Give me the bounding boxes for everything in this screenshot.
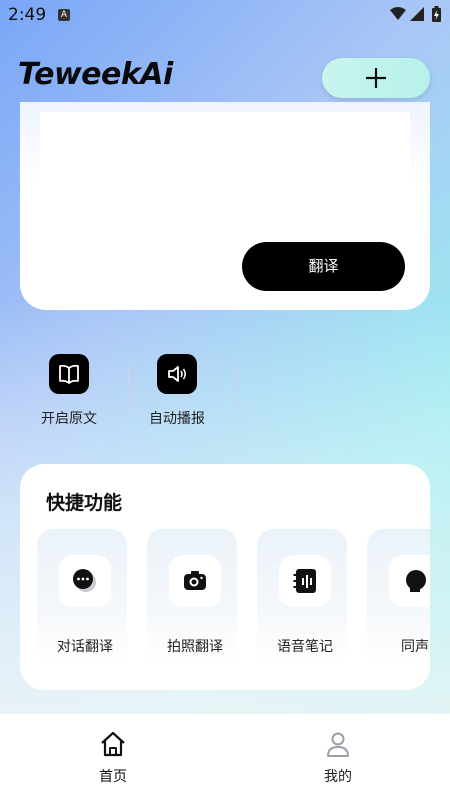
wifi-icon [390, 7, 406, 20]
feature-icon-box [169, 555, 221, 607]
quick-functions-card: 快捷功能 对话翻译 拍照翻译 语音笔记 同声 [20, 464, 430, 690]
battery-icon [432, 6, 441, 22]
home-icon [101, 731, 125, 757]
feature-label: 对话翻译 [57, 639, 113, 655]
quick-functions-title: 快捷功能 [46, 492, 123, 514]
toggle-icon-box [49, 354, 89, 394]
feature-photo-translate[interactable]: 拍照翻译 [147, 529, 237, 667]
status-time: 2:49 [8, 5, 47, 25]
translation-card: 翻译 [20, 102, 430, 310]
status-bar: 2:49 A [0, 0, 450, 32]
feature-voice-notes[interactable]: 语音笔记 [257, 529, 347, 667]
feature-icon-box [389, 555, 430, 607]
bottom-nav: 首页 我的 [0, 714, 450, 800]
translate-button[interactable]: 翻译 [242, 242, 405, 291]
profile-icon [327, 732, 349, 757]
toggle-label: 开启原文 [41, 411, 97, 427]
toggle-label: 自动播报 [149, 411, 205, 427]
nav-home[interactable]: 首页 [73, 730, 153, 786]
nav-label: 我的 [324, 769, 352, 785]
notification-a-icon: A [58, 9, 70, 21]
feature-icon-box [59, 555, 111, 607]
toggle-divider [236, 364, 237, 412]
book-icon [59, 364, 79, 384]
signal-icon [410, 7, 424, 21]
nav-profile[interactable]: 我的 [298, 730, 378, 786]
nav-label: 首页 [99, 769, 127, 785]
toggle-divider [128, 364, 129, 412]
speaker-icon [168, 366, 187, 382]
feature-dialog-translate[interactable]: 对话翻译 [37, 529, 127, 667]
feature-label: 拍照翻译 [167, 639, 223, 655]
chat-bubble-icon [73, 569, 96, 592]
add-button[interactable] [322, 58, 430, 98]
feature-icon-box [279, 555, 331, 607]
toggle-icon-box [157, 354, 197, 394]
camera-icon [184, 571, 206, 590]
plus-icon [366, 68, 386, 88]
app-logo: TeweekAi [18, 57, 173, 92]
feature-simultaneous[interactable]: 同声 [367, 529, 430, 667]
voice-note-icon [293, 569, 316, 593]
simultaneous-icon [406, 570, 426, 592]
toggle-show-original[interactable]: 开启原文 [29, 354, 109, 428]
feature-label: 同声 [401, 639, 429, 655]
feature-label: 语音笔记 [277, 639, 333, 655]
toggle-auto-play[interactable]: 自动播报 [137, 354, 217, 428]
translation-input-area[interactable] [40, 112, 410, 218]
